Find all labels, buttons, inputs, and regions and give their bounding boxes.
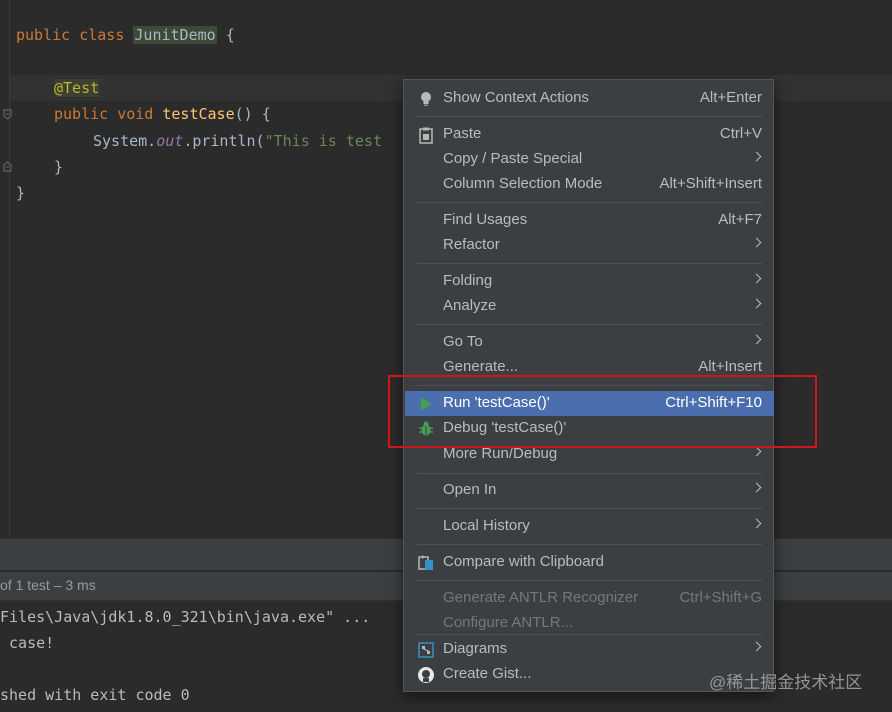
menu-item-shortcut: Alt+Insert bbox=[698, 358, 762, 375]
menu-separator bbox=[417, 544, 762, 545]
menu-item-analyze[interactable]: Analyze bbox=[405, 294, 774, 319]
menu-item-local-history[interactable]: Local History bbox=[405, 514, 774, 539]
menu-item-label: Folding bbox=[443, 272, 493, 289]
menu-item-refactor[interactable]: Refactor bbox=[405, 233, 774, 258]
chevron-right-icon bbox=[751, 298, 762, 309]
menu-item-label: Column Selection Mode bbox=[443, 175, 603, 192]
static-field: out bbox=[156, 132, 184, 150]
menu-item-folding[interactable]: Folding bbox=[405, 269, 774, 294]
menu-item-column-selection-mode[interactable]: Column Selection Mode Alt+Shift+Insert bbox=[405, 172, 774, 197]
menu-separator bbox=[417, 580, 762, 581]
menu-item-label: Find Usages bbox=[443, 211, 528, 228]
console-line: case! bbox=[0, 634, 55, 652]
menu-item-label: Compare with Clipboard bbox=[443, 553, 604, 570]
chevron-right-icon bbox=[751, 237, 762, 248]
menu-item-generate-antlr-recognizer[interactable]: Generate ANTLR Recognizer Ctrl+Shift+G bbox=[405, 586, 774, 611]
menu-item-shortcut: Alt+F7 bbox=[718, 211, 762, 228]
lightbulb-icon bbox=[421, 92, 431, 106]
menu-item-label: Analyze bbox=[443, 297, 497, 314]
menu-separator bbox=[417, 508, 762, 509]
menu-item-shortcut: Ctrl+V bbox=[719, 125, 762, 142]
chevron-right-icon bbox=[751, 273, 762, 284]
chevron-right-icon bbox=[751, 641, 762, 652]
code-text: System. bbox=[93, 132, 157, 150]
menu-item-shortcut: Alt+Enter bbox=[699, 89, 762, 106]
code-line-close-brace[interactable]: } bbox=[54, 154, 63, 180]
menu-item-label: Generate ANTLR Recognizer bbox=[443, 589, 639, 606]
menu-item-diagrams[interactable]: Diagrams bbox=[405, 637, 774, 662]
diagram-icon bbox=[418, 642, 434, 658]
menu-item-copy-paste-special[interactable]: Copy / Paste Special bbox=[405, 147, 774, 172]
code-line-class-declaration[interactable]: public class JunitDemo { bbox=[16, 22, 235, 48]
menu-separator bbox=[417, 473, 762, 474]
menu-item-label: Open In bbox=[443, 481, 497, 498]
menu-item-paste[interactable]: Paste Ctrl+V bbox=[405, 122, 774, 147]
highlight-box bbox=[388, 375, 817, 448]
menu-item-label: Create Gist... bbox=[443, 665, 532, 682]
code-line-annotation[interactable]: @Test bbox=[54, 75, 100, 101]
chevron-right-icon bbox=[751, 518, 762, 529]
watermark: @稀土掘金技术社区 bbox=[709, 673, 863, 692]
menu-item-label: Generate... bbox=[443, 358, 519, 375]
menu-item-shortcut: Alt+Shift+Insert bbox=[659, 175, 762, 192]
menu-item-label: Show Context Actions bbox=[443, 89, 589, 106]
class-name: JunitDemo bbox=[133, 26, 217, 44]
chevron-right-icon bbox=[751, 151, 762, 162]
code-line-close-brace[interactable]: } bbox=[16, 180, 25, 206]
github-icon bbox=[418, 667, 434, 683]
menu-item-shortcut: Ctrl+Shift+G bbox=[679, 589, 762, 606]
code-text: .println( bbox=[183, 132, 265, 150]
menu-item-compare-with-clipboard[interactable]: Compare with Clipboard bbox=[405, 550, 774, 575]
test-status: of 1 test – 3 ms bbox=[0, 577, 96, 593]
menu-item-label: Copy / Paste Special bbox=[443, 150, 583, 167]
method-name: testCase bbox=[162, 105, 235, 123]
clipboard-icon bbox=[419, 127, 433, 144]
menu-separator bbox=[417, 202, 762, 203]
code-line-method-declaration[interactable]: public void testCase() { bbox=[54, 101, 271, 127]
annotation: @Test bbox=[54, 79, 100, 97]
menu-separator bbox=[417, 324, 762, 325]
menu-item-label: Paste bbox=[443, 125, 482, 142]
chevron-right-icon bbox=[751, 482, 762, 493]
menu-separator bbox=[417, 263, 762, 264]
keyword: public class bbox=[16, 26, 134, 44]
menu-item-find-usages[interactable]: Find Usages Alt+F7 bbox=[405, 208, 774, 233]
string-literal: "This is test bbox=[264, 132, 382, 150]
keyword: public void bbox=[54, 105, 163, 123]
menu-item-label: Refactor bbox=[443, 236, 500, 253]
menu-item-configure-antlr[interactable]: Configure ANTLR... bbox=[405, 611, 774, 636]
code-text: { bbox=[216, 26, 235, 44]
chevron-right-icon bbox=[751, 446, 762, 457]
menu-item-label: Configure ANTLR... bbox=[443, 614, 574, 631]
menu-item-label: Diagrams bbox=[443, 640, 508, 657]
code-text: () { bbox=[234, 105, 271, 123]
menu-item-label: Go To bbox=[443, 333, 483, 350]
menu-separator bbox=[417, 634, 762, 635]
menu-item-go-to[interactable]: Go To bbox=[405, 330, 774, 355]
menu-item-show-context-actions[interactable]: Show Context Actions Alt+Enter bbox=[405, 86, 774, 111]
menu-item-open-in[interactable]: Open In bbox=[405, 478, 774, 503]
menu-separator bbox=[417, 116, 762, 117]
code-line-println[interactable]: System.out.println("This is test bbox=[93, 128, 382, 154]
console-line: shed with exit code 0 bbox=[0, 686, 190, 704]
menu-item-label: Local History bbox=[443, 517, 530, 534]
console-line: Files\Java\jdk1.8.0_321\bin\java.exe" ..… bbox=[0, 608, 371, 626]
fold-marker-icon[interactable] bbox=[3, 161, 12, 172]
chevron-right-icon bbox=[751, 334, 762, 345]
fold-marker-icon[interactable] bbox=[3, 109, 12, 120]
compare-icon bbox=[418, 555, 433, 570]
